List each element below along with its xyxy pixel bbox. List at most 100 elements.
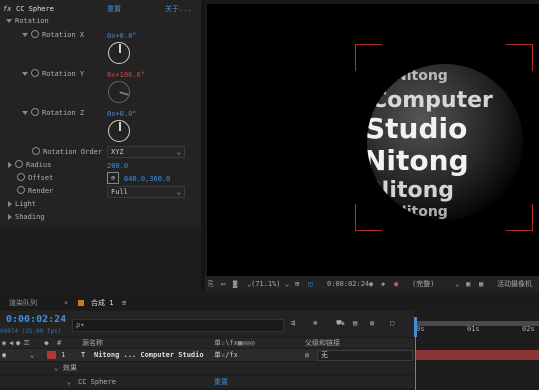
chevron-right-icon[interactable] xyxy=(8,162,12,168)
chevron-down-icon[interactable] xyxy=(22,72,28,76)
effects-label: 效果 xyxy=(63,364,77,372)
zoom-value[interactable]: (71.1%) xyxy=(251,276,281,292)
transparency-grid-icon[interactable]: ▦ xyxy=(479,276,483,292)
lock-toggle-icon[interactable]: ⚿ xyxy=(24,338,29,348)
motion-blur-icon[interactable]: ◍ xyxy=(370,319,374,327)
rotation-y-dial[interactable] xyxy=(108,81,130,103)
composition-viewer[interactable]: Nitong Computer Studio Nitong Nitong Nit… xyxy=(205,0,539,276)
crosshair-icon[interactable]: ⊕ xyxy=(107,172,119,184)
parent-value: 无 xyxy=(321,351,328,359)
region-icon[interactable]: ▣ xyxy=(466,276,470,292)
effect-name: CC Sphere xyxy=(16,5,54,13)
col-parent[interactable]: 父级和链接 xyxy=(305,338,340,348)
chevron-down-icon[interactable]: ⌄ xyxy=(54,362,58,374)
stopwatch-icon[interactable] xyxy=(31,108,39,116)
snapshot-icon[interactable]: ⎘ xyxy=(208,276,214,292)
layer-row[interactable]: ◉ ⌄ 1 T Nitong ... Computer Studio 单☆/fx… xyxy=(0,349,414,361)
channel-icon[interactable]: ◈ xyxy=(381,276,385,292)
comp-mini-flow-icon[interactable]: ⇶ xyxy=(291,319,295,327)
playhead[interactable] xyxy=(414,317,417,337)
chevron-down-icon[interactable] xyxy=(6,19,12,23)
chevron-down-icon: ⌄ xyxy=(176,148,181,156)
tab-menu-icon[interactable]: ≡ xyxy=(122,296,126,310)
solo-toggle-icon[interactable]: ● xyxy=(16,338,20,348)
chevron-right-icon[interactable] xyxy=(8,201,12,207)
shy-icon[interactable]: ⛟ xyxy=(336,319,345,328)
graph-editor-icon[interactable]: ▢ xyxy=(390,319,394,327)
timeline-timecode[interactable]: 0:00:02:24 xyxy=(6,314,66,325)
quality-select[interactable]: (完整) xyxy=(412,276,434,292)
render-select[interactable]: Full ⌄ xyxy=(107,186,185,198)
rotation-z-dial[interactable] xyxy=(108,120,130,142)
effect-row-reset[interactable]: 重置 xyxy=(214,376,228,388)
frame-blend-icon[interactable]: ▤ xyxy=(353,319,357,327)
timeline-track-header xyxy=(414,338,539,348)
pickwhip-icon[interactable]: ◎ xyxy=(305,349,309,361)
playhead-line xyxy=(415,337,416,390)
chevron-down-icon[interactable]: ⌄ xyxy=(67,376,71,388)
camera-icon[interactable]: ◉ xyxy=(369,276,373,292)
color-icon[interactable]: ● xyxy=(394,276,398,292)
tab-comp[interactable]: 合成 1 xyxy=(91,296,113,310)
effects-group-row[interactable]: ⌄ 效果 xyxy=(0,362,414,374)
layer-name[interactable]: Nitong ... Computer Studio xyxy=(94,349,204,361)
sphere-text-line-1: Nitong xyxy=(395,68,448,84)
rotation-x-dial[interactable] xyxy=(108,42,130,64)
offset-value[interactable]: 640.0,360.0 xyxy=(124,175,170,183)
chevron-down-icon[interactable]: ⌄ xyxy=(30,349,34,361)
reset-link[interactable]: 重置 xyxy=(107,3,121,15)
tab-render-queue[interactable]: 渲染队列 xyxy=(9,296,37,310)
rotation-x-label: Rotation X xyxy=(42,31,85,39)
effect-row[interactable]: ⌄ CC Sphere 重置 xyxy=(0,376,414,388)
shading-label: Shading xyxy=(15,213,45,221)
chevron-right-icon[interactable] xyxy=(8,214,12,220)
display-icon[interactable]: ▭ xyxy=(221,276,225,292)
radius-value[interactable]: 200.0 xyxy=(107,162,128,170)
effect-row-name: CC Sphere xyxy=(78,378,116,386)
effect-header: fx CC Sphere 重置 关于... xyxy=(0,3,200,15)
close-icon[interactable]: × xyxy=(64,296,68,310)
stopwatch-icon[interactable] xyxy=(31,69,39,77)
time-ruler[interactable]: 0s 01s 02s xyxy=(414,311,539,337)
rotation-y-value[interactable]: 0x+106.6° xyxy=(107,71,145,79)
rotation-x-value[interactable]: 0x+0.0° xyxy=(107,32,137,40)
draft-3d-icon[interactable]: ⊛ xyxy=(313,319,317,327)
audio-toggle-icon[interactable]: ◀ xyxy=(9,338,13,348)
layer-duration-bar[interactable] xyxy=(416,350,539,360)
number-col-icon[interactable]: # xyxy=(57,338,61,348)
visibility-icon[interactable]: ◉ xyxy=(2,349,6,361)
text-sphere: Nitong Computer Studio Nitong Nitong Nit… xyxy=(367,64,523,220)
stopwatch-icon[interactable] xyxy=(31,30,39,38)
rotation-order-select[interactable]: XYZ ⌄ xyxy=(107,146,185,158)
stopwatch-icon[interactable] xyxy=(17,186,25,194)
stopwatch-icon[interactable] xyxy=(15,160,23,168)
col-source-name[interactable]: 源名称 xyxy=(82,338,103,348)
grid-icon[interactable]: ⊞ xyxy=(295,276,299,292)
chevron-down-icon[interactable]: ⌄ xyxy=(455,276,459,292)
timeline-tab-bar: 渲染队列 × 合成 1 ≡ xyxy=(0,296,539,310)
vr-icon[interactable]: ◙ xyxy=(233,276,237,292)
video-toggle-icon[interactable]: ◉ xyxy=(2,338,6,348)
group-rotation[interactable]: Rotation xyxy=(6,15,206,27)
parent-select[interactable]: 无 xyxy=(317,350,413,361)
mask-icon[interactable]: ◫ xyxy=(308,276,312,292)
search-input[interactable]: ρ▾ xyxy=(72,319,284,332)
chevron-down-icon[interactable]: ⌄ xyxy=(285,276,289,292)
rotation-z-value[interactable]: 0x+0.0° xyxy=(107,110,137,118)
group-shading[interactable]: Shading xyxy=(8,211,208,223)
camera-select[interactable]: 活动摄像机 xyxy=(497,276,532,292)
chevron-down-icon[interactable] xyxy=(22,33,28,37)
fx-icon[interactable]: fx xyxy=(3,3,11,15)
stopwatch-icon[interactable] xyxy=(17,173,25,181)
group-light[interactable]: Light xyxy=(8,198,208,210)
effects-track-area xyxy=(414,362,539,390)
stopwatch-icon[interactable] xyxy=(32,147,40,155)
layer-switches[interactable]: 单☆/fx xyxy=(214,349,238,361)
viewer-toolbar: ⎘ ▭ ◙ ⌄ (71.1%) ⌄ ⊞ ◫ 0:00:02:24 ◉ ◈ ● (… xyxy=(205,276,539,292)
col-switches: 单☆\fx▦◎◎◎ xyxy=(214,339,255,347)
viewer-timecode[interactable]: 0:00:02:24 xyxy=(327,276,369,292)
about-link[interactable]: 关于... xyxy=(165,3,192,15)
label-col-icon[interactable]: ⬥ xyxy=(44,338,49,348)
chevron-down-icon[interactable] xyxy=(22,111,28,115)
label-color-swatch[interactable] xyxy=(47,351,56,359)
